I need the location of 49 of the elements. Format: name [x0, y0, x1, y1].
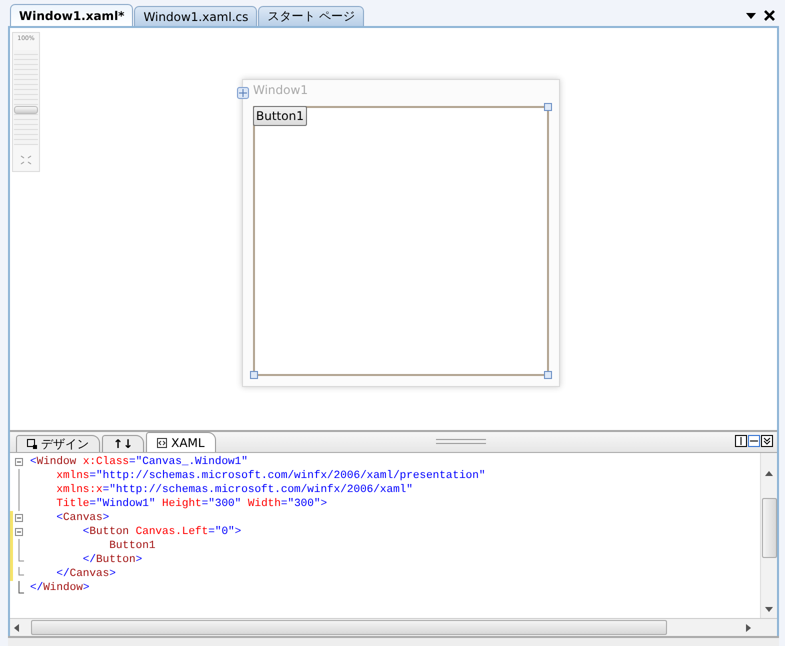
fit-icon[interactable]	[20, 155, 32, 165]
view-tab[interactable]: ↑↓	[102, 435, 144, 452]
splitter-grip[interactable]	[436, 439, 486, 444]
collapse-icon[interactable]	[15, 514, 23, 522]
code-line: </Canvas>	[55, 567, 116, 581]
split-horizontal-button[interactable]	[748, 435, 760, 447]
xaml-icon	[157, 438, 168, 448]
code-line: <Canvas>	[55, 511, 110, 525]
resize-handle[interactable]	[544, 103, 552, 111]
view-tab[interactable]: デザイン	[16, 435, 100, 452]
fold-line	[18, 539, 20, 553]
dropdown-icon[interactable]	[746, 12, 756, 18]
preview-button[interactable]: Button1	[253, 106, 307, 126]
code-line: </Window>	[30, 581, 90, 595]
code-line: Button1	[108, 539, 156, 553]
scroll-down-icon[interactable]	[765, 607, 773, 612]
double-chevron-icon	[763, 437, 771, 445]
scroll-left-icon[interactable]	[14, 624, 19, 632]
collapse-icon[interactable]	[15, 458, 23, 466]
split-vertical-button[interactable]	[735, 435, 747, 447]
resize-handle[interactable]	[250, 371, 258, 379]
code-line: <Window x:Class="Canvas_.Window1"	[30, 455, 248, 469]
view-tab-label: ↑↓	[113, 437, 134, 451]
collapse-pane-button[interactable]	[761, 435, 773, 447]
zoom-thumb[interactable]	[14, 106, 38, 114]
window-preview[interactable]: Window1 Button1	[242, 79, 560, 387]
document-tab[interactable]: Window1.xaml.cs	[134, 6, 258, 26]
scroll-thumb[interactable]	[762, 498, 776, 558]
vertical-scrollbar[interactable]	[760, 453, 777, 618]
design-view-icon	[27, 439, 37, 449]
horizontal-scrollbar[interactable]	[10, 618, 777, 636]
document-tab[interactable]: スタート ページ	[258, 6, 364, 26]
view-tab[interactable]: XAML	[146, 432, 216, 452]
code-line: </Button>	[82, 553, 142, 567]
view-tab-label: デザイン	[41, 436, 89, 452]
scroll-up-icon[interactable]	[765, 471, 773, 476]
resize-handle[interactable]	[544, 371, 552, 379]
close-icon[interactable]	[764, 10, 775, 21]
view-tab-label: XAML	[171, 436, 205, 450]
code-line: xmlns:x="http://schemas.microsoft.com/winfx/2006/xaml"	[55, 483, 413, 497]
code-line: xmlns="http://schemas.microsoft.com/winfx/2006/xaml/presentation"	[55, 469, 486, 483]
move-icon[interactable]	[237, 87, 249, 99]
scroll-right-icon[interactable]	[746, 624, 751, 632]
scroll-thumb[interactable]	[31, 620, 667, 635]
window-title: Window1	[253, 82, 309, 99]
code-line: <Button Canvas.Left="0">	[82, 525, 242, 539]
code-line: Title="Window1" Height="300" Width="300">	[55, 497, 328, 511]
document-tab[interactable]: Window1.xaml*	[10, 4, 134, 26]
collapse-icon[interactable]	[15, 528, 23, 536]
